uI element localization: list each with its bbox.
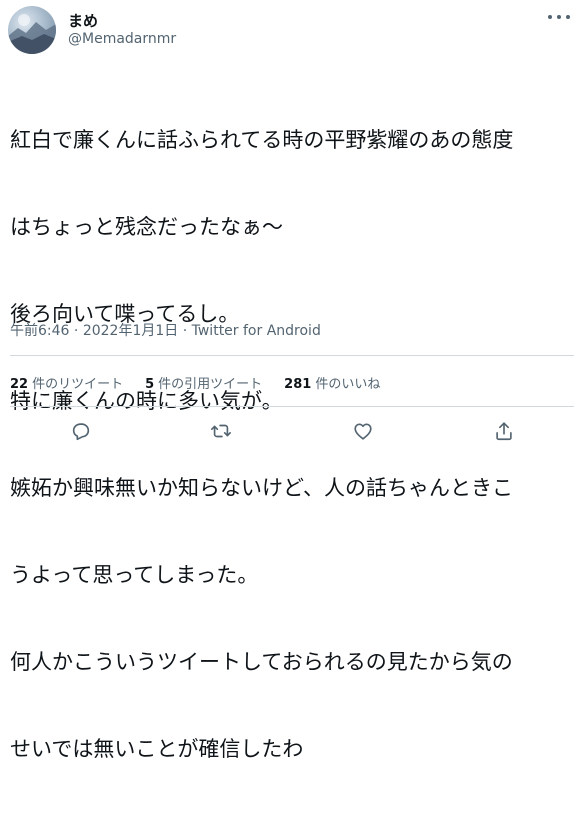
share-button[interactable] [491, 418, 517, 444]
reply-button[interactable] [68, 418, 94, 444]
retweets-label: 件のリツイート [32, 377, 124, 392]
tweet-line: せいでは無いことが確信したわ [10, 737, 304, 761]
likes-stat[interactable]: 281 件のいいね [284, 373, 380, 392]
quotes-label: 件の引用ツイート [158, 377, 263, 392]
tweet-time[interactable]: 午前6:46 [10, 323, 69, 339]
likes-count: 281 [284, 377, 312, 392]
tweet-date[interactable]: 2022年1月1日 [83, 323, 178, 339]
meta-separator: · [69, 323, 83, 339]
profile-photo-icon [8, 14, 56, 54]
more-options-icon[interactable] [548, 10, 570, 24]
meta-separator: · [178, 323, 192, 339]
heart-icon [354, 423, 372, 440]
retweet-icon [211, 424, 231, 438]
reply-icon [72, 423, 90, 441]
retweet-button[interactable] [208, 418, 234, 444]
tweet-line: 何人かこういうツイートしておられるの見たから気の [10, 650, 513, 674]
tweet-line: 嫉妬か興味無いか知らないけど、人の話ちゃんときこ [10, 476, 513, 500]
quote-tweets-stat[interactable]: 5 件の引用ツイート [145, 373, 262, 392]
likes-label: 件のいいね [315, 377, 381, 392]
retweets-count: 22 [10, 377, 29, 392]
engagement-stats: 22 件のリツイート 5 件の引用ツイート 281 件のいいね [10, 373, 402, 392]
share-icon [496, 422, 512, 441]
tweet-line: 紅白で廉くんに話ふられてる時の平野紫耀のあの態度 [10, 128, 514, 152]
user-handle[interactable]: @Memadarnmr [68, 31, 176, 47]
avatar[interactable] [8, 6, 56, 54]
quotes-count: 5 [145, 377, 155, 392]
divider [10, 355, 574, 356]
tweet-source[interactable]: Twitter for Android [192, 323, 321, 339]
tweet-metadata: 午前6:46 · 2022年1月1日 · Twitter for Android [10, 320, 321, 340]
divider [10, 406, 574, 407]
action-bar [0, 418, 582, 444]
display-name[interactable]: まめ [68, 10, 98, 31]
tweet-card: まめ @Memadarnmr 紅白で廉くんに話ふられてる時の平野紫耀のあの態度 … [0, 0, 582, 761]
tweet-line: はちょっと残念だったなぁ〜 [10, 215, 283, 239]
like-button[interactable] [350, 418, 376, 444]
retweets-stat[interactable]: 22 件のリツイート [10, 373, 123, 392]
tweet-text: 紅白で廉くんに話ふられてる時の平野紫耀のあの態度 はちょっと残念だったなぁ〜 後… [10, 68, 576, 822]
tweet-line: うよって思ってしまった。 [10, 563, 259, 587]
